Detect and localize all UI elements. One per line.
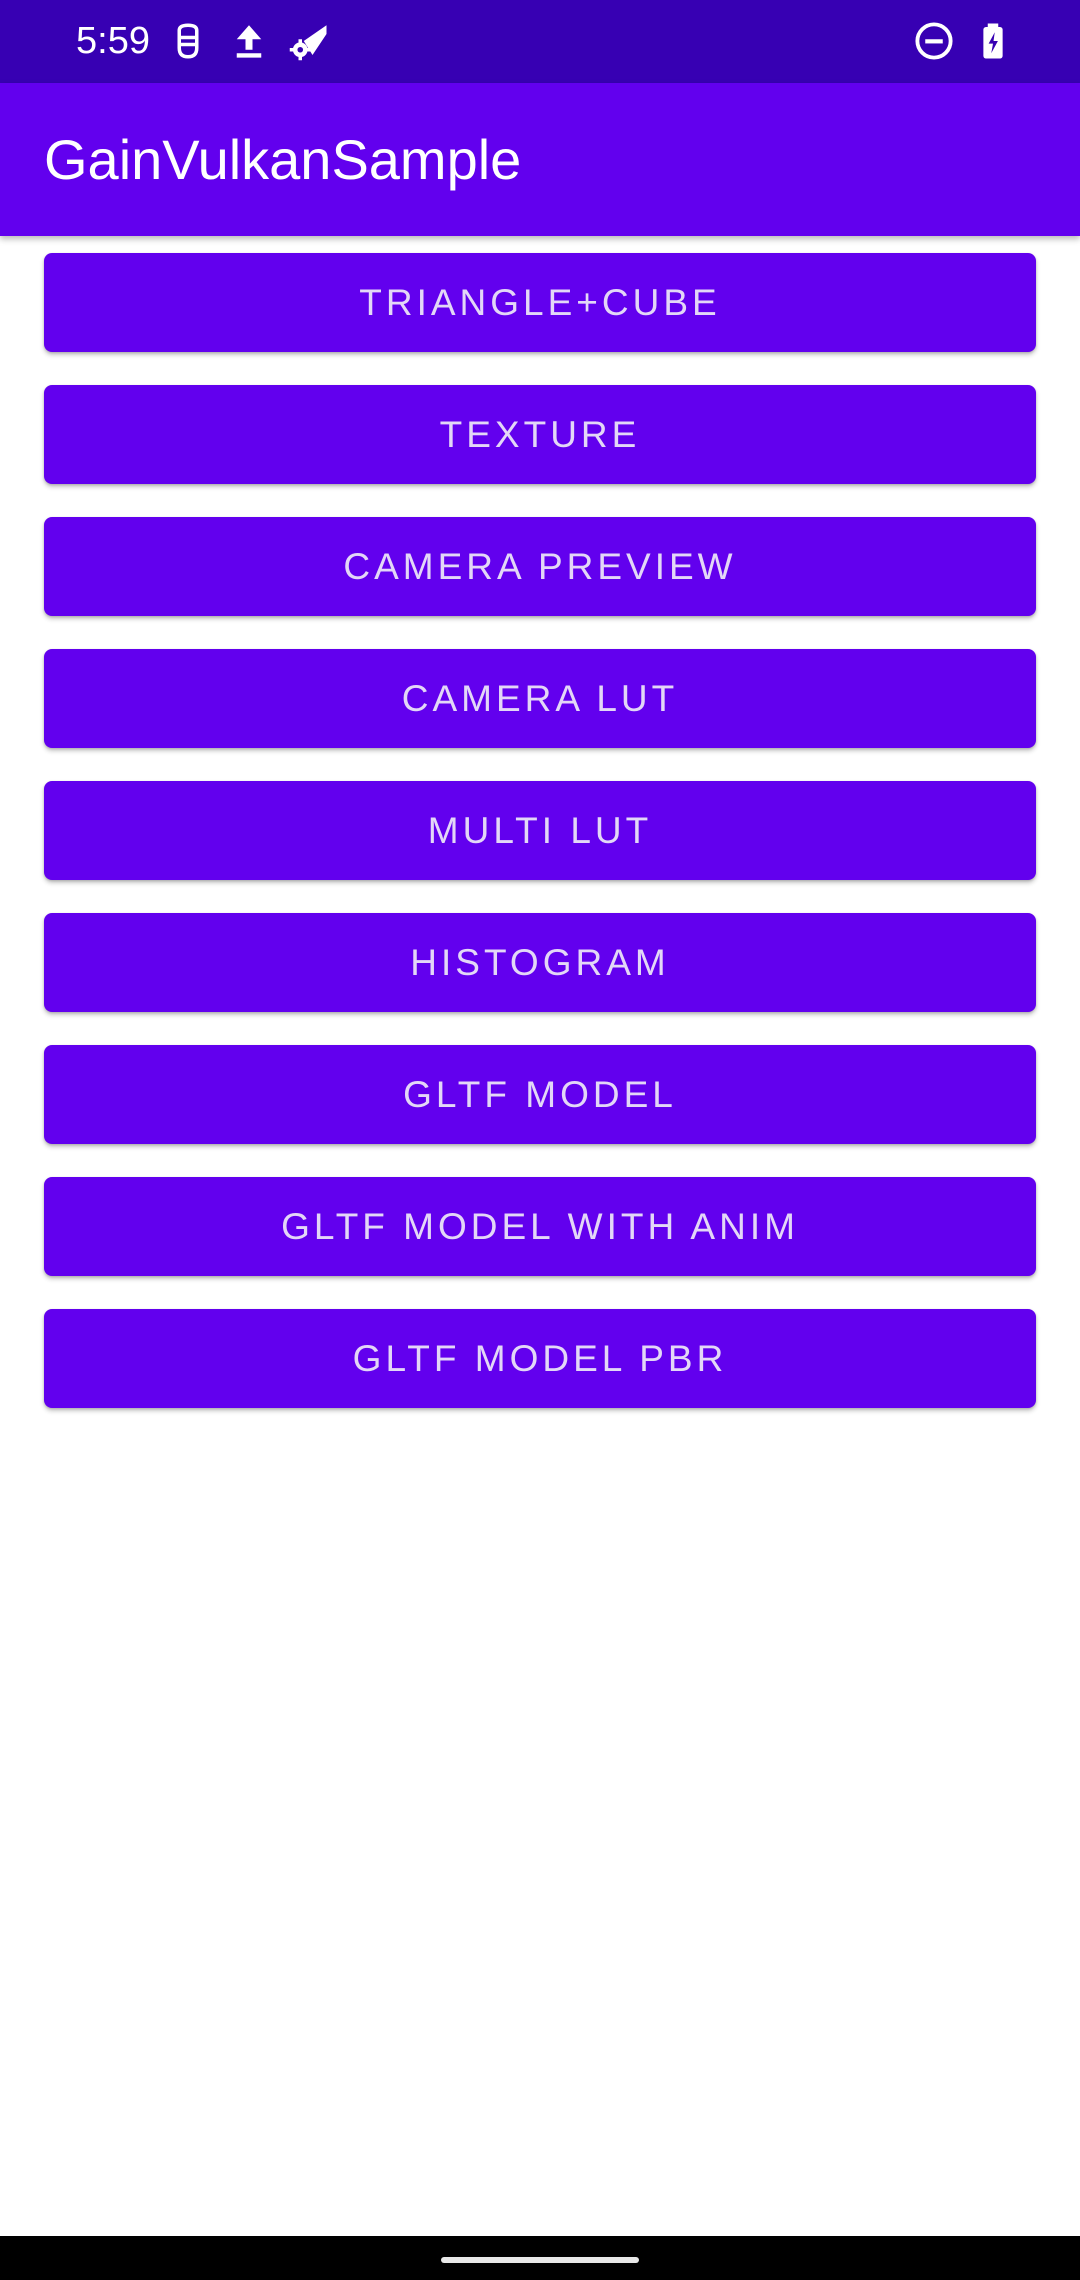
- gltf-model-pbr-button[interactable]: GLTF MODEL PBR: [44, 1309, 1036, 1408]
- button-label: GLTF MODEL PBR: [352, 1337, 728, 1379]
- triangle-cube-button[interactable]: TRIANGLE+CUBE: [44, 253, 1036, 352]
- wifi-settings-icon: [288, 20, 330, 62]
- home-gesture-handle[interactable]: [441, 2257, 639, 2263]
- multi-lut-button[interactable]: MULTI LUT: [44, 781, 1036, 880]
- button-label: CAMERA PREVIEW: [343, 545, 737, 587]
- button-label: TRIANGLE+CUBE: [359, 281, 721, 323]
- do-not-disturb-icon: [913, 20, 955, 62]
- app-bar: GainVulkanSample: [0, 83, 1080, 236]
- button-label: MULTI LUT: [427, 809, 653, 851]
- screen: 5:59 GainVulkanSample TRIANGLE+CUBE TEXT…: [0, 0, 1080, 2280]
- button-label: GLTF MODEL WITH ANIM: [281, 1205, 799, 1247]
- histogram-button[interactable]: HISTOGRAM: [44, 913, 1036, 1012]
- button-label: GLTF MODEL: [403, 1073, 677, 1115]
- texture-button[interactable]: TEXTURE: [44, 385, 1036, 484]
- gltf-model-with-anim-button[interactable]: GLTF MODEL WITH ANIM: [44, 1177, 1036, 1276]
- button-label: TEXTURE: [439, 413, 641, 455]
- gltf-model-button[interactable]: GLTF MODEL: [44, 1045, 1036, 1144]
- status-bar: 5:59: [0, 0, 1080, 83]
- status-time: 5:59: [76, 20, 150, 62]
- camera-preview-button[interactable]: CAMERA PREVIEW: [44, 517, 1036, 616]
- camera-lut-button[interactable]: CAMERA LUT: [44, 649, 1036, 748]
- navigation-bar: [0, 2236, 1080, 2280]
- robot-face-icon: [167, 20, 209, 62]
- button-list: TRIANGLE+CUBE TEXTURE CAMERA PREVIEW CAM…: [44, 253, 1036, 1441]
- upload-icon: [228, 20, 270, 62]
- battery-charging-icon: [972, 20, 1014, 62]
- button-label: CAMERA LUT: [401, 677, 679, 719]
- button-label: HISTOGRAM: [410, 941, 670, 983]
- app-title: GainVulkanSample: [44, 128, 522, 191]
